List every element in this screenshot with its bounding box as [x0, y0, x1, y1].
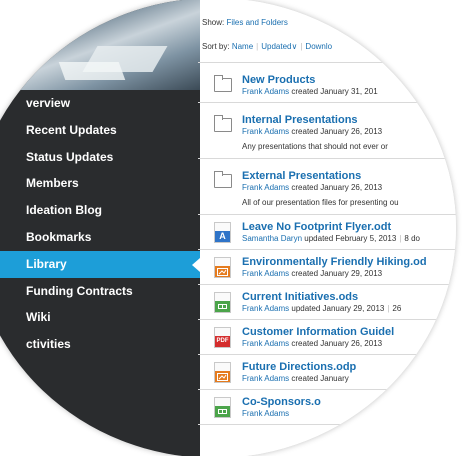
list-item[interactable]: Environmentally Friendly Hiking.od Frank …: [198, 250, 456, 285]
file-title-link[interactable]: Internal Presentations: [242, 113, 456, 127]
sidebar-item-label: Library: [26, 256, 67, 271]
list-item[interactable]: Future Directions.odp Frank Adams created…: [198, 355, 456, 390]
file-action-date: created January 26, 2013: [291, 339, 383, 348]
sidebar-item-verview[interactable]: verview: [0, 90, 200, 117]
sort-updated-link[interactable]: Updated∨: [261, 42, 297, 51]
file-meta: Frank Adams updated January 29, 2013 | 26: [242, 304, 402, 313]
file-meta: Samantha Daryn updated February 5, 2013 |…: [242, 234, 420, 243]
file-meta: Frank Adams created January 29, 2013: [242, 269, 456, 279]
sidebar-item-label: Funding Contracts: [26, 283, 133, 298]
file-title-link[interactable]: External Presentations: [242, 169, 456, 183]
sidebar-item-wiki[interactable]: Wiki: [0, 304, 200, 331]
sidebar-item-label: Wiki: [26, 310, 51, 325]
sidebar-item-funding-contracts[interactable]: Funding Contracts: [0, 278, 200, 305]
author-link[interactable]: Frank Adams: [242, 339, 289, 348]
file-action-date: created January 29, 2013: [291, 269, 383, 278]
file-title-link[interactable]: Customer Information Guidel: [242, 325, 456, 339]
sidebar-item-label: Status Updates: [26, 149, 114, 164]
file-title-link[interactable]: Current Initiatives.ods: [242, 290, 456, 304]
odt-file-icon: A: [214, 222, 231, 243]
sidebar-item-ctivities[interactable]: ctivities: [0, 331, 200, 358]
file-meta: Frank Adams created January 26, 2013: [242, 127, 456, 137]
file-action-date: updated February 5, 2013: [304, 234, 397, 243]
community-sidebar: verview Recent Updates Status Updates Membe…: [0, 0, 200, 456]
sort-downloads-link[interactable]: Downlo: [305, 42, 332, 51]
sidebar-item-members[interactable]: Members: [0, 170, 200, 197]
file-list: New Products Frank Adams created January …: [198, 62, 456, 425]
folder-description: All of our presentation files for presen…: [242, 198, 399, 207]
sort-label: Sort by:: [202, 42, 230, 51]
file-meta: Frank Adams created January 26, 2013: [242, 183, 456, 193]
author-link[interactable]: Frank Adams: [242, 127, 289, 136]
file-action-date: updated January 29, 2013: [291, 304, 385, 313]
file-extra-info: 26: [392, 304, 402, 313]
list-item[interactable]: Internal Presentations Frank Adams create…: [198, 103, 456, 159]
sidebar-nav: verview Recent Updates Status Updates Membe…: [0, 90, 200, 358]
sidebar-item-recent-updates[interactable]: Recent Updates: [0, 117, 200, 144]
pdf-file-icon: PDF: [214, 327, 231, 348]
author-link[interactable]: Samantha Daryn: [242, 234, 302, 243]
file-title-link[interactable]: New Products: [242, 73, 456, 87]
author-link[interactable]: Frank Adams: [242, 269, 289, 278]
sidebar-item-label: Members: [26, 176, 79, 191]
file-meta: Frank Adams: [242, 409, 456, 419]
sidebar-item-status-updates[interactable]: Status Updates: [0, 144, 200, 171]
file-action-date: created January 26, 2013: [291, 127, 383, 136]
file-extra-info: 8 do: [404, 234, 420, 243]
sort-bar: Sort by: Name | Updated∨ | Downlo: [202, 42, 333, 51]
file-title-link[interactable]: Co-Sponsors.o: [242, 395, 456, 409]
folder-icon: [214, 171, 232, 188]
sidebar-item-label: Ideation Blog: [26, 203, 102, 218]
sidebar-item-ideation-blog[interactable]: Ideation Blog: [0, 197, 200, 224]
list-item[interactable]: Co-Sponsors.o Frank Adams: [198, 390, 456, 425]
list-item[interactable]: New Products Frank Adams created January …: [198, 63, 456, 103]
ods-file-icon: [214, 292, 231, 313]
file-title-link[interactable]: Future Directions.odp: [242, 360, 456, 374]
show-label: Show:: [202, 18, 225, 27]
screen: verview Recent Updates Status Updates Membe…: [0, 0, 462, 456]
author-link[interactable]: Frank Adams: [242, 183, 289, 192]
file-meta: Frank Adams created January 26, 2013: [242, 339, 456, 349]
sidebar-item-label: Recent Updates: [26, 122, 117, 137]
sidebar-item-bookmarks[interactable]: Bookmarks: [0, 224, 200, 251]
author-link[interactable]: Frank Adams: [242, 374, 289, 383]
list-item[interactable]: A Leave No Footprint Flyer.odt Samantha Da…: [198, 215, 456, 250]
sidebar-item-library[interactable]: Library: [0, 250, 200, 278]
file-action-date: created January 26, 2013: [291, 183, 383, 192]
author-link[interactable]: Frank Adams: [242, 409, 289, 418]
list-item[interactable]: PDF Customer Information Guidel Frank Adam…: [198, 320, 456, 355]
sort-name-link[interactable]: Name: [232, 42, 253, 51]
file-meta: Frank Adams created January: [242, 374, 456, 384]
folder-icon: [214, 75, 232, 92]
ods-file-icon: [214, 397, 231, 418]
sidebar-item-label: Bookmarks: [26, 229, 92, 244]
file-title-link[interactable]: Environmentally Friendly Hiking.od: [242, 255, 456, 269]
list-item[interactable]: External Presentations Frank Adams create…: [198, 159, 456, 215]
file-action-date: created January 31, 201: [291, 87, 378, 96]
folder-icon: [214, 115, 232, 132]
odp-file-icon: [214, 362, 231, 383]
show-filter-dropdown[interactable]: Files and Folders: [226, 18, 287, 27]
odp-file-icon: [214, 257, 231, 278]
folder-description: Any presentations that should not ever o…: [242, 142, 388, 151]
file-action-date: created January: [291, 374, 349, 383]
author-link[interactable]: Frank Adams: [242, 87, 289, 96]
show-filter: Show: Files and Folders: [202, 18, 288, 27]
sidebar-item-label: ctivities: [26, 337, 71, 352]
community-banner-image: [0, 0, 200, 90]
file-title-link[interactable]: Leave No Footprint Flyer.odt: [242, 220, 456, 234]
file-meta: Frank Adams created January 31, 201: [242, 87, 456, 97]
author-link[interactable]: Frank Adams: [242, 304, 289, 313]
list-item[interactable]: Current Initiatives.ods Frank Adams updat…: [198, 285, 456, 320]
circular-viewport: verview Recent Updates Status Updates Membe…: [0, 0, 456, 456]
sidebar-item-label: verview: [26, 96, 71, 110]
